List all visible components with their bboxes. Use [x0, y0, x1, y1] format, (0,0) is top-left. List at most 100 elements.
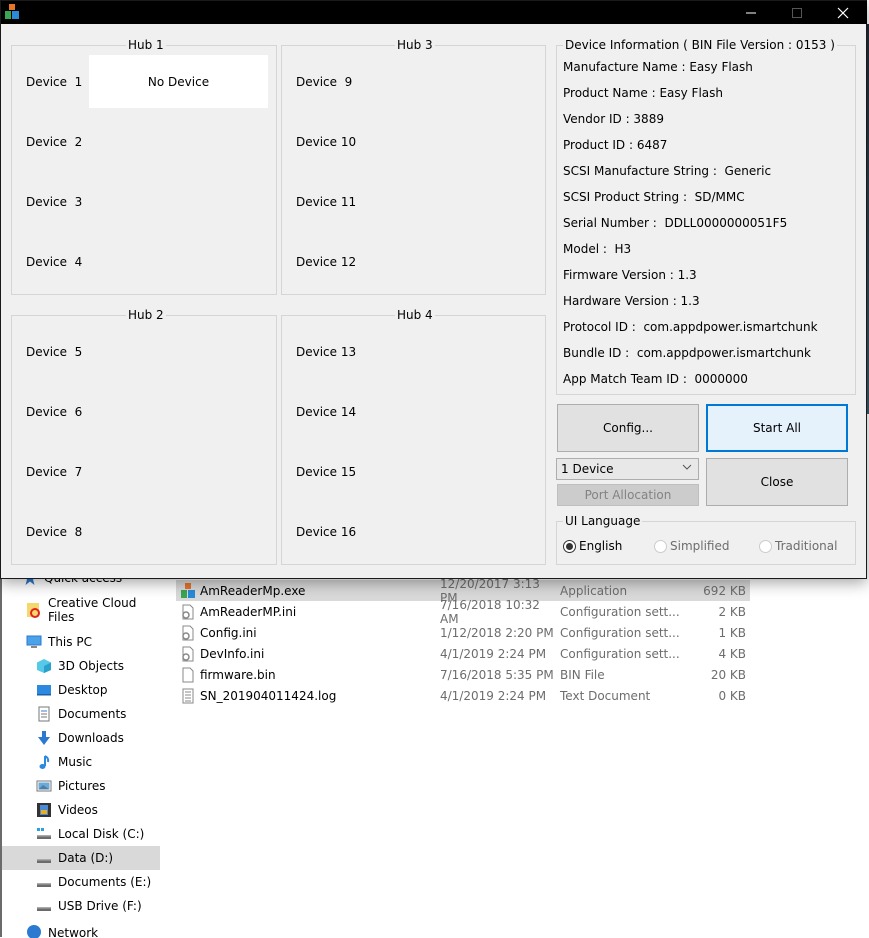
device-4-label: Device 4 — [26, 255, 83, 269]
settings-file-icon — [180, 604, 196, 620]
close-button[interactable]: Close — [706, 458, 848, 506]
port-allocation-button[interactable]: Port Allocation — [557, 484, 699, 506]
amreader-window: Hub 1 Device 1 No Device Device 2 Device… — [0, 0, 867, 579]
device-12-label: Device 12 — [296, 255, 357, 269]
desktop-icon — [36, 682, 52, 698]
device-10-label: Device 10 — [296, 135, 357, 149]
hardware-version: Hardware Version : 1.3 — [563, 294, 700, 308]
file-date: 7/16/2018 5:35 PM — [440, 667, 554, 682]
document-icon — [36, 706, 52, 722]
device-status-text: No Device — [147, 74, 210, 89]
file-row[interactable]: DevInfo.ini 4/1/2019 2:24 PM Configurati… — [176, 643, 750, 664]
drive-icon — [36, 826, 52, 842]
maximize-button[interactable] — [774, 1, 820, 24]
drive-icon — [36, 874, 52, 890]
close-button-label: Close — [760, 475, 794, 489]
nav-item-creative-cloud[interactable]: Creative Cloud Files — [26, 596, 160, 624]
minimize-button[interactable] — [728, 1, 774, 24]
nav-item-data-d[interactable]: Data (D:) — [2, 846, 160, 870]
nav-item-pictures[interactable]: Pictures — [36, 774, 160, 798]
config-button-label: Config... — [603, 421, 653, 435]
language-traditional-radio[interactable]: Traditional — [759, 539, 837, 553]
nav-item-local-disk-c[interactable]: Local Disk (C:) — [36, 822, 160, 846]
device-13-label: Device 13 — [296, 345, 357, 359]
language-simplified-radio[interactable]: Simplified — [654, 539, 729, 553]
file-explorer: Quick access Creative Cloud Files This P… — [0, 560, 869, 938]
nav-item-desktop[interactable]: Desktop — [36, 678, 160, 702]
device-7-label: Device 7 — [26, 465, 83, 479]
nav-label: Videos — [58, 803, 98, 817]
nav-label: Data (D:) — [58, 851, 114, 865]
nav-label: Music — [58, 755, 93, 769]
device-15-label: Device 15 — [296, 465, 357, 479]
radio-label: Traditional — [775, 539, 838, 553]
file-size: 0 KB — [718, 688, 746, 703]
device-6-label: Device 6 — [26, 405, 83, 419]
nav-item-3d-objects[interactable]: 3D Objects — [36, 654, 160, 678]
manufacture-name: Manufacture Name : Easy Flash — [563, 60, 753, 74]
file-date: 1/12/2018 2:20 PM — [440, 625, 554, 640]
app-icon — [180, 582, 196, 599]
file-type: Text Document — [560, 688, 651, 703]
nav-item-documents[interactable]: Documents — [36, 702, 160, 726]
settings-file-icon — [180, 625, 196, 641]
nav-label: Documents — [58, 707, 127, 721]
radio-unselected-icon — [759, 539, 772, 553]
file-name: AmReaderMp.exe — [200, 583, 306, 598]
title-bar[interactable] — [1, 1, 867, 24]
radio-label: English — [579, 539, 623, 553]
videos-icon — [36, 802, 52, 818]
device-8-label: Device 8 — [26, 525, 83, 539]
scsi-manufacture-string: SCSI Manufacture String : Generic — [563, 164, 772, 178]
file-date: 4/1/2019 2:24 PM — [440, 688, 547, 703]
pictures-icon — [36, 778, 52, 794]
config-button[interactable]: Config... — [557, 404, 699, 452]
file-name: DevInfo.ini — [200, 646, 265, 661]
navigation-pane: Quick access Creative Cloud Files This P… — [0, 560, 160, 938]
app-icon — [4, 4, 20, 20]
hub-title: Hub 2 — [126, 307, 166, 323]
file-row[interactable]: AmReaderMP.ini 7/16/2018 10:32 AM Config… — [176, 598, 750, 626]
nav-item-music[interactable]: Music — [36, 750, 160, 774]
hub-title: Hub 3 — [395, 37, 435, 53]
file-type: BIN File — [560, 667, 605, 682]
nav-item-usb-drive-f[interactable]: USB Drive (F:) — [36, 894, 160, 918]
file-name: firmware.bin — [200, 667, 276, 682]
drive-icon — [36, 898, 52, 914]
device-14-label: Device 14 — [296, 405, 357, 419]
ui-language-title: UI Language — [563, 513, 643, 529]
device-count-value: 1 Device — [561, 462, 614, 476]
hub-title: Hub 1 — [126, 37, 166, 53]
file-size: 692 KB — [703, 583, 746, 598]
language-english-radio[interactable]: English — [563, 539, 622, 553]
nav-item-documents-e[interactable]: Documents (E:) — [36, 870, 160, 894]
file-row[interactable]: firmware.bin 7/16/2018 5:35 PM BIN File … — [176, 664, 750, 685]
nav-item-network[interactable]: Network — [26, 924, 160, 938]
file-type: Configuration sett... — [560, 625, 680, 640]
nav-label: Network — [48, 926, 99, 938]
creative-cloud-icon — [26, 602, 42, 618]
nav-label: USB Drive (F:) — [58, 899, 142, 913]
port-allocation-label: Port Allocation — [584, 488, 672, 502]
device-info-title: Device Information ( BIN File Version : … — [563, 37, 837, 53]
minimize-icon — [746, 12, 756, 13]
product-name: Product Name : Easy Flash — [563, 86, 724, 100]
serial-number: Serial Number : DDLL0000000051F5 — [563, 216, 788, 230]
hub-title: Hub 4 — [395, 307, 435, 323]
device-16-label: Device 16 — [296, 525, 357, 539]
firmware-version: Firmware Version : 1.3 — [563, 268, 697, 282]
settings-file-icon — [180, 646, 196, 662]
close-window-button[interactable] — [820, 1, 866, 24]
file-row[interactable]: SN_201904011424.log 4/1/2019 2:24 PM Tex… — [176, 685, 750, 706]
start-all-button[interactable]: Start All — [706, 404, 848, 452]
nav-item-downloads[interactable]: Downloads — [36, 726, 160, 750]
protocol-id: Protocol ID : com.appdpower.ismartchunk — [563, 320, 818, 334]
device-11-label: Device 11 — [296, 195, 357, 209]
nav-item-this-pc[interactable]: This PC — [26, 630, 160, 654]
nav-item-videos[interactable]: Videos — [36, 798, 160, 822]
file-row[interactable]: Config.ini 1/12/2018 2:20 PM Configurati… — [176, 622, 750, 643]
device-3-label: Device 3 — [26, 195, 83, 209]
device-count-select[interactable]: 1 Device — [556, 458, 699, 480]
file-type: Configuration sett... — [560, 604, 680, 619]
app-match-team-id: App Match Team ID : 0000000 — [563, 372, 748, 386]
